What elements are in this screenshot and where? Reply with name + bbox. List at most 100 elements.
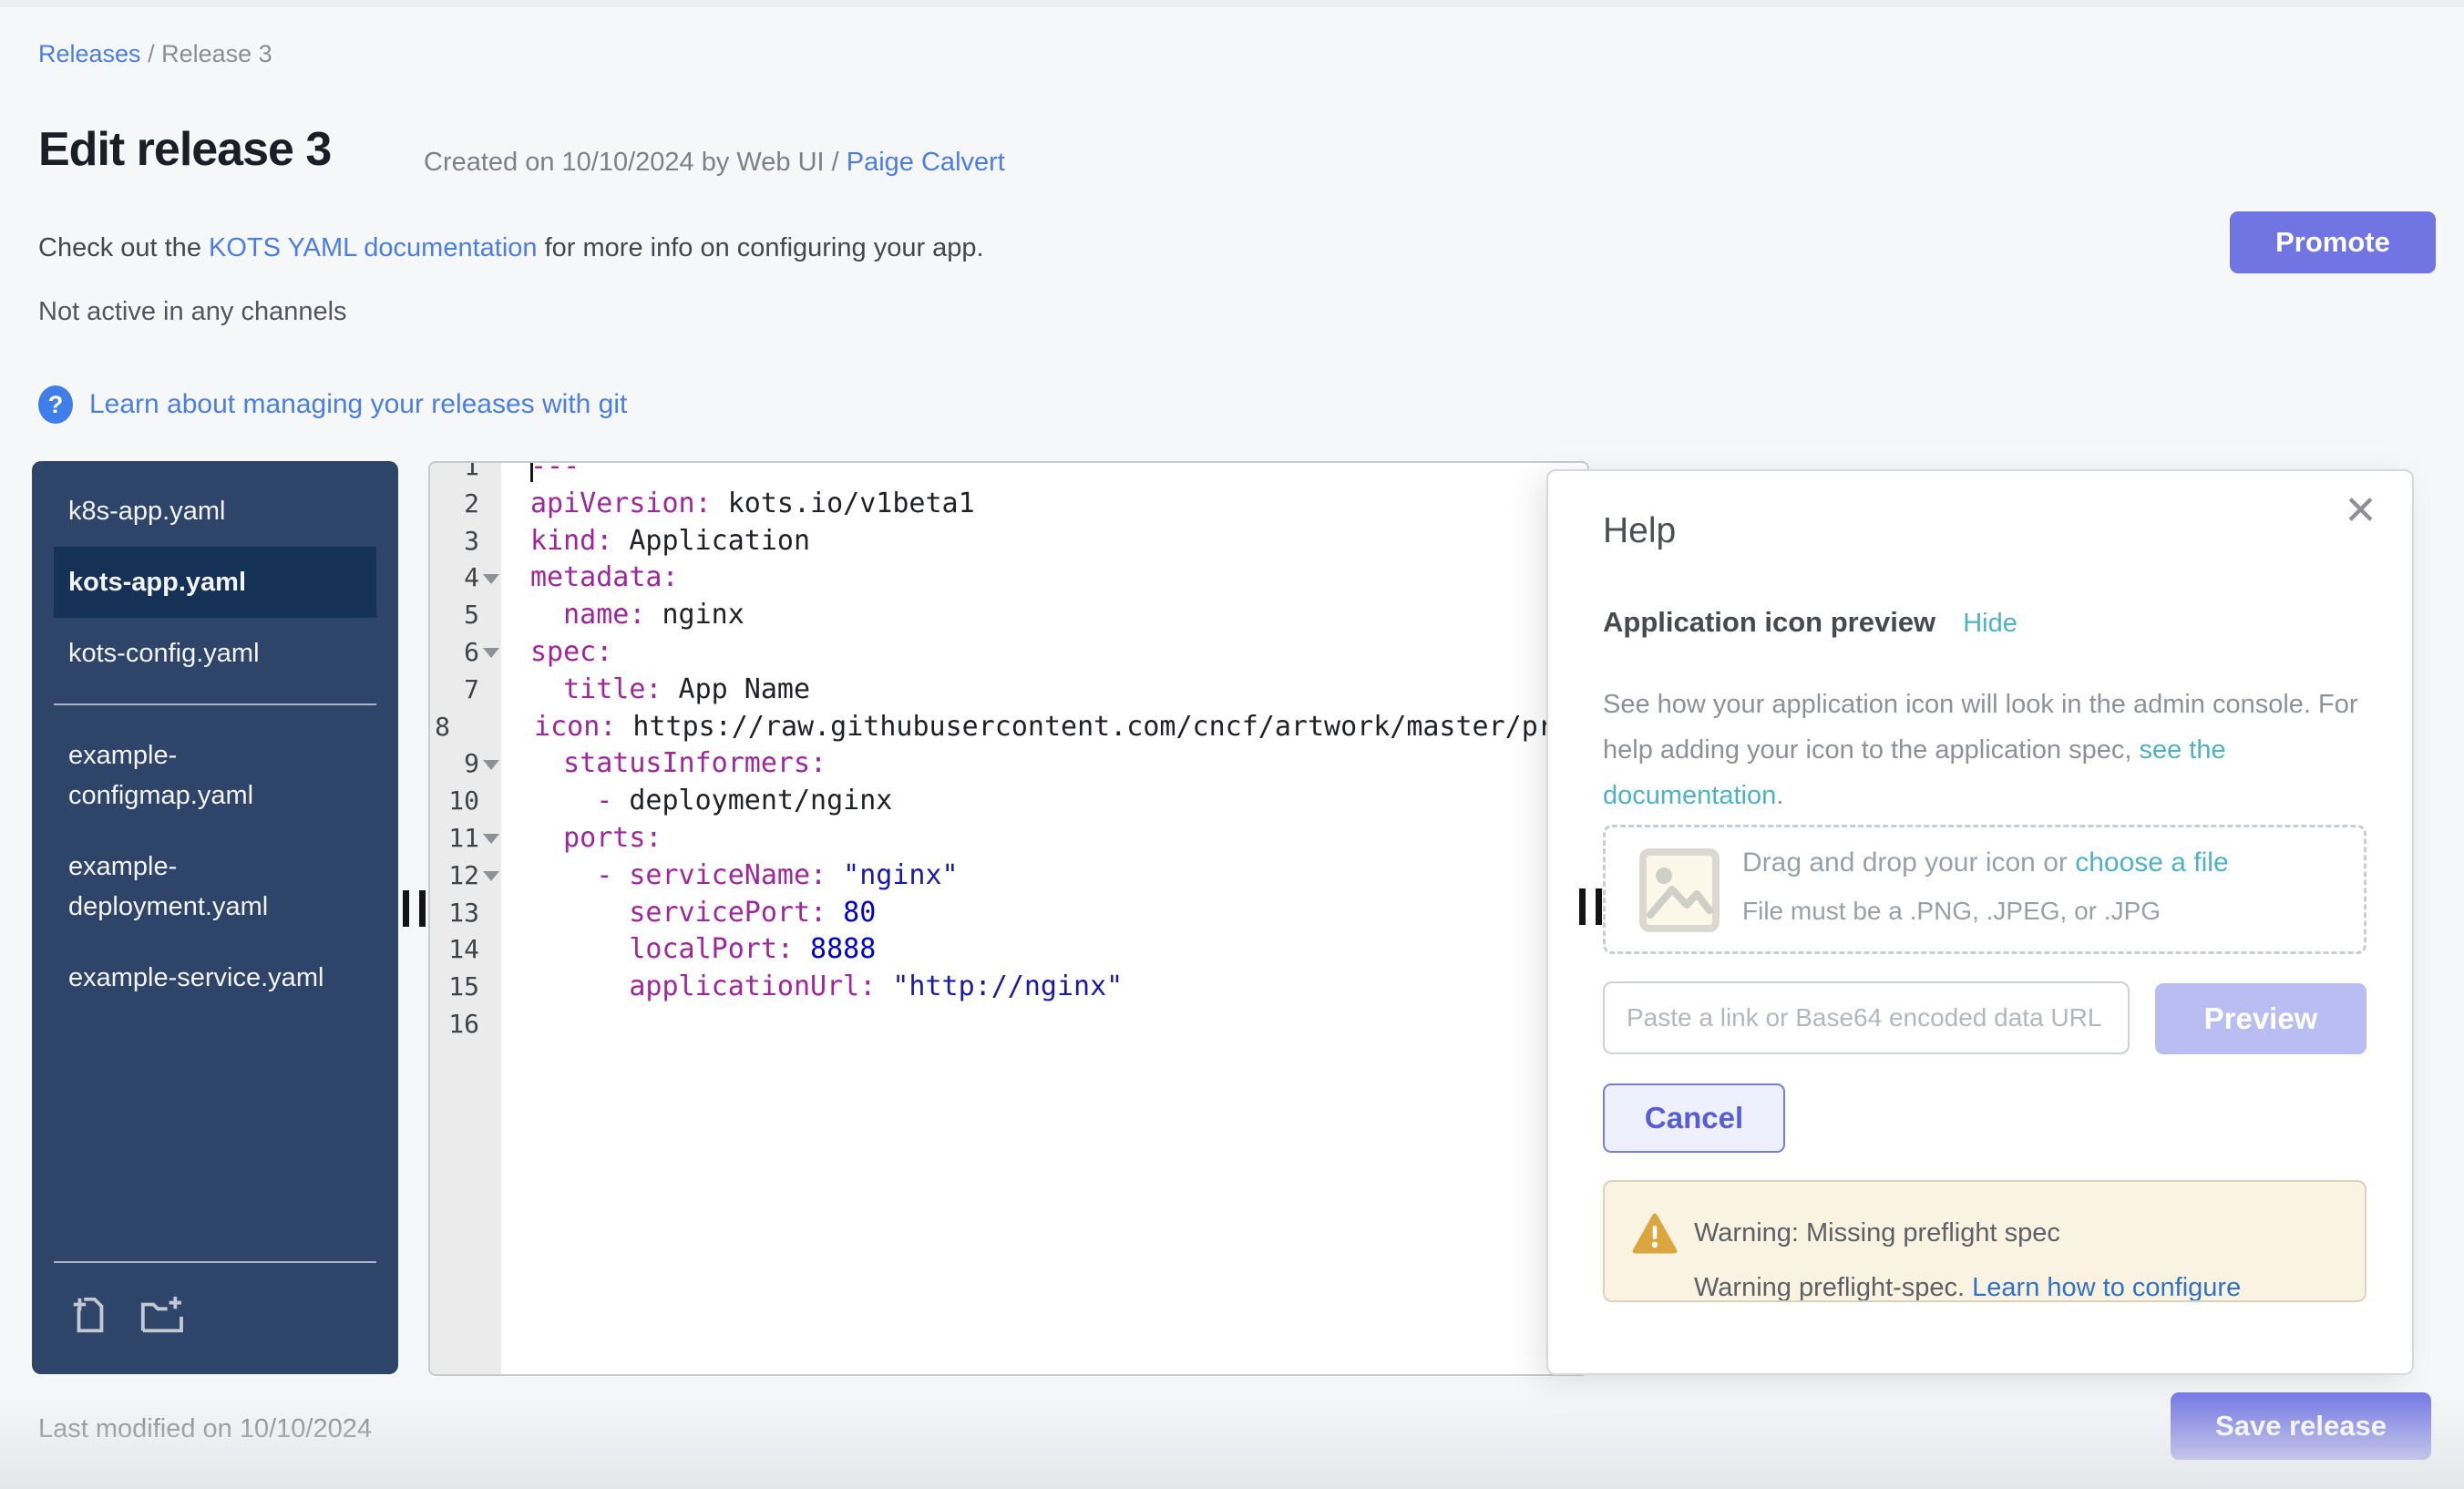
editor-line-6[interactable]: 6spec: [430, 634, 1587, 672]
icon-url-input[interactable] [1603, 981, 2130, 1054]
warning-detail: Warning preflight-spec. Learn how to con… [1694, 1273, 2241, 1302]
git-releases-label: Learn about managing your releases with … [89, 389, 627, 420]
help-panel: ✕ Help Application icon preview Hide See… [1546, 469, 2414, 1375]
editor-line-9[interactable]: 9 statusInformers: [430, 745, 1587, 783]
editor-line-14[interactable]: 14 localPort: 8888 [430, 931, 1587, 969]
icon-preview-header: Application icon preview Hide [1603, 606, 2017, 639]
breadcrumb-current: Release 3 [161, 40, 272, 67]
line-number: 9 [430, 745, 501, 783]
description-period: . [1776, 781, 1783, 810]
editor-line-2[interactable]: 2apiVersion: kots.io/v1beta1 [430, 486, 1587, 523]
warning-detail-text: Warning preflight-spec. [1694, 1273, 1972, 1302]
file-item-example-deployment.yaml[interactable]: example-deployment.yaml [54, 831, 376, 942]
image-placeholder-icon [1638, 847, 1720, 933]
editor-line-4[interactable]: 4metadata: [430, 560, 1587, 597]
editor-line-7[interactable]: 7 title: App Name [430, 672, 1587, 709]
editor-line-15[interactable]: 15 applicationUrl: "http://nginx" [430, 969, 1587, 1006]
kots-yaml-doc-link[interactable]: KOTS YAML documentation [209, 233, 538, 262]
created-user-link[interactable]: Paige Calvert [847, 148, 1005, 177]
hide-link[interactable]: Hide [1963, 609, 2017, 639]
line-number: 1 [430, 461, 501, 486]
breadcrumb: Releases / Release 3 [38, 40, 272, 68]
line-number: 3 [430, 523, 501, 560]
editor-line-11[interactable]: 11 ports: [430, 820, 1587, 857]
sidebar-resize-handle[interactable] [403, 890, 426, 927]
code-text: statusInformers: [501, 745, 826, 783]
line-number: 2 [430, 486, 501, 523]
line-number: 15 [430, 969, 501, 1006]
breadcrumb-releases-link[interactable]: Releases [38, 40, 141, 67]
dropzone-text-pre: Drag and drop your icon or [1742, 847, 2075, 878]
file-item-k8s-app.yaml[interactable]: k8s-app.yaml [54, 476, 376, 547]
line-number: 7 [430, 672, 501, 709]
dropzone-filetypes: File must be a .PNG, .JPEG, or .JPG [1742, 897, 2161, 926]
preview-button[interactable]: Preview [2155, 983, 2366, 1054]
fold-arrow-icon[interactable] [483, 871, 499, 881]
editor-line-3[interactable]: 3kind: Application [430, 523, 1587, 560]
description-text: See how your application icon will look … [1603, 690, 2358, 765]
code-text: servicePort: 80 [501, 895, 876, 932]
icon-preview-title: Application icon preview [1603, 606, 1935, 639]
file-item-example-service.yaml[interactable]: example-service.yaml [54, 942, 376, 1013]
code-text: applicationUrl: "http://nginx" [501, 969, 1123, 1006]
fold-arrow-icon[interactable] [483, 574, 499, 584]
editor-line-12[interactable]: 12 - serviceName: "nginx" [430, 857, 1587, 895]
preflight-warning: Warning: Missing preflight spec Warning … [1603, 1180, 2366, 1302]
file-group-0: k8s-app.yamlkots-app.yamlkots-config.yam… [32, 461, 398, 689]
cancel-button[interactable]: Cancel [1603, 1083, 1785, 1153]
add-file-icon[interactable] [68, 1294, 110, 1336]
question-circle-icon: ? [38, 385, 73, 424]
file-group-1: example-configmap.yamlexample-deployment… [32, 705, 398, 1013]
fold-arrow-icon[interactable] [483, 648, 499, 658]
code-text: --- [501, 461, 580, 486]
learn-configure-link[interactable]: Learn how to configure [1972, 1273, 2241, 1302]
line-number: 10 [430, 783, 501, 820]
choose-file-link[interactable]: choose a file [2075, 847, 2228, 878]
code-text: - serviceName: "nginx" [501, 857, 959, 895]
doc-hint-post: for more info on configuring your app. [538, 233, 984, 262]
doc-hint-pre: Check out the [38, 233, 209, 262]
code-text: apiVersion: kots.io/v1beta1 [501, 486, 975, 523]
created-text: Created on 10/10/2024 by Web UI / [424, 148, 847, 177]
breadcrumb-separator: / [141, 40, 162, 67]
warning-triangle-icon [1632, 1213, 1678, 1255]
file-item-example-configmap.yaml[interactable]: example-configmap.yaml [54, 720, 376, 831]
code-text: title: App Name [501, 672, 810, 709]
fold-arrow-icon[interactable] [483, 834, 499, 844]
save-release-button[interactable]: Save release [2171, 1392, 2431, 1460]
line-number: 11 [430, 820, 501, 857]
file-item-kots-app.yaml[interactable]: kots-app.yaml [54, 547, 376, 618]
editor-line-5[interactable]: 5 name: nginx [430, 597, 1587, 634]
page-title: Edit release 3 [38, 122, 331, 177]
icon-preview-description: See how your application icon will look … [1603, 682, 2376, 818]
yaml-editor[interactable]: 1---2apiVersion: kots.io/v1beta13kind: A… [428, 461, 1589, 1376]
code-text: name: nginx [501, 597, 744, 634]
editor-line-16[interactable]: 16 [430, 1006, 1587, 1043]
code-text: localPort: 8888 [501, 931, 876, 969]
line-number: 12 [430, 857, 501, 895]
line-number: 4 [430, 560, 501, 597]
dropzone-text: Drag and drop your icon or choose a file [1742, 847, 2229, 878]
close-icon[interactable]: ✕ [2344, 488, 2377, 534]
help-panel-resize-handle[interactable] [1579, 888, 1602, 925]
icon-dropzone[interactable]: Drag and drop your icon or choose a file… [1603, 825, 2366, 954]
editor-line-1[interactable]: 1--- [430, 461, 1587, 486]
warning-title: Warning: Missing preflight spec [1694, 1218, 2060, 1248]
doc-hint: Check out the KOTS YAML documentation fo… [38, 233, 984, 263]
line-number: 5 [430, 597, 501, 634]
edit-release-page: Releases / Release 3 Edit release 3 Crea… [0, 0, 2464, 1489]
created-info: Created on 10/10/2024 by Web UI / Paige … [424, 148, 1005, 178]
code-text [501, 1006, 530, 1043]
text-cursor [530, 461, 533, 482]
editor-line-13[interactable]: 13 servicePort: 80 [430, 895, 1587, 932]
fold-arrow-icon[interactable] [483, 760, 499, 770]
editor-line-8[interactable]: 8 icon: https://raw.githubusercontent.co… [430, 709, 1587, 746]
line-number: 8 [430, 709, 472, 746]
add-folder-icon[interactable] [138, 1294, 183, 1336]
code-text: icon: https://raw.githubusercontent.com/… [472, 709, 1587, 746]
editor-line-10[interactable]: 10 - deployment/nginx [430, 783, 1587, 820]
promote-button[interactable]: Promote [2230, 211, 2436, 273]
git-releases-link[interactable]: ? Learn about managing your releases wit… [38, 385, 627, 424]
file-item-kots-config.yaml[interactable]: kots-config.yaml [54, 618, 376, 689]
file-tree-bottom-divider [54, 1261, 376, 1263]
